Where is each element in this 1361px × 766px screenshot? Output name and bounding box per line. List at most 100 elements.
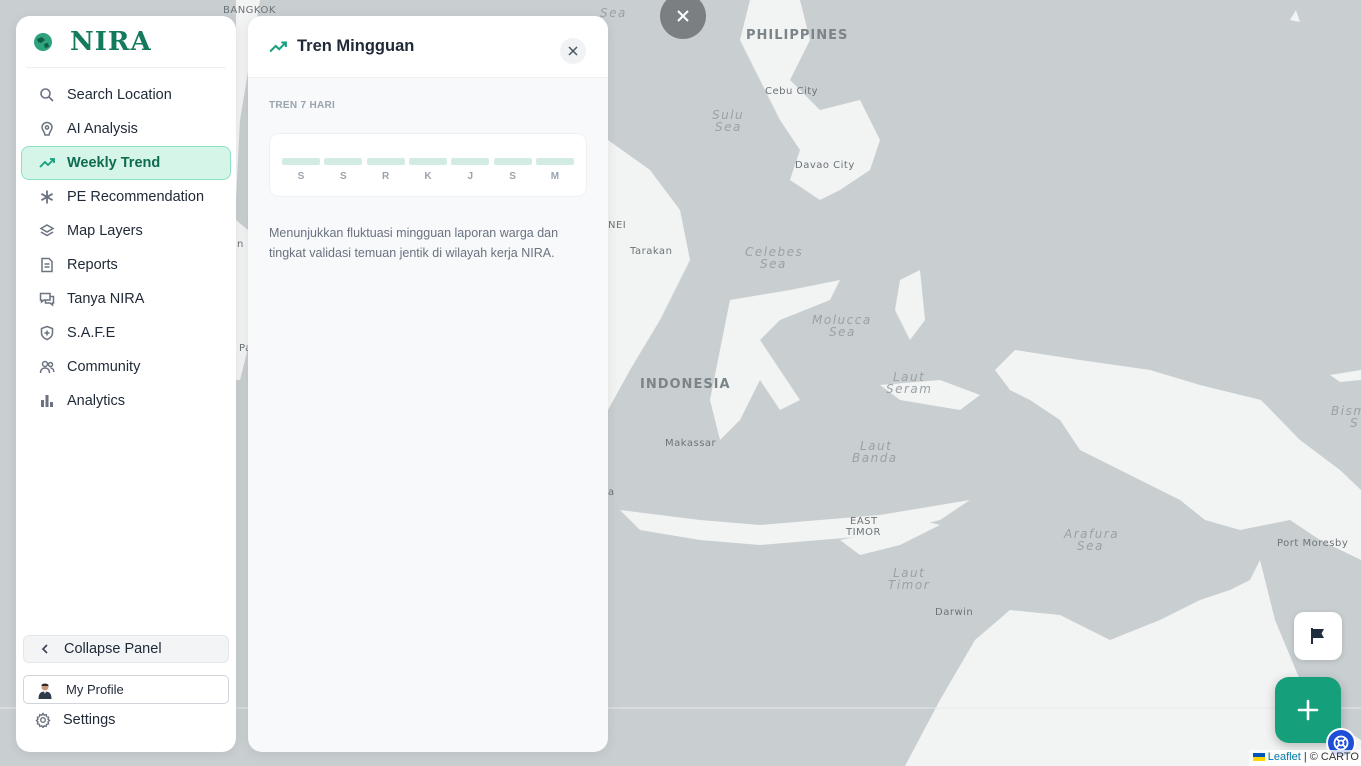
close-icon xyxy=(677,10,689,22)
weekly-trend-panel: Tren Mingguan TREN 7 HARI S S R K J S M … xyxy=(248,16,608,752)
map-label-indonesia: INDONESIA xyxy=(640,377,731,392)
day-label: S xyxy=(509,171,516,182)
sidebar-item-analytics[interactable]: Analytics xyxy=(21,384,231,418)
layers-icon xyxy=(39,224,55,237)
sidebar-item-label: PE Recommendation xyxy=(67,189,205,205)
day-bar xyxy=(451,158,490,165)
settings-label: Settings xyxy=(63,712,116,728)
panel-description: Menunjukkan fluktuasi mingguan laporan w… xyxy=(269,226,559,260)
map-label-seram-2: Seram xyxy=(886,382,933,396)
sidebar-item-map-layers[interactable]: Map Layers xyxy=(21,214,231,248)
sidebar-item-reports[interactable]: Reports xyxy=(21,248,231,282)
leaflet-link[interactable]: Leaflet xyxy=(1268,751,1301,763)
sidebar-item-label: S.A.F.E xyxy=(67,325,116,341)
report-flag-button[interactable] xyxy=(1294,612,1342,660)
map-label-banda-2: Banda xyxy=(852,451,898,465)
sidebar-item-community[interactable]: Community xyxy=(21,350,231,384)
panel-close-button[interactable] xyxy=(560,38,586,64)
day-column: K xyxy=(408,158,447,196)
sidebar-item-ai-analysis[interactable]: AI Analysis xyxy=(21,112,231,146)
day-bar xyxy=(408,158,447,165)
avatar xyxy=(38,683,52,699)
collapse-panel-label: Collapse Panel xyxy=(64,641,162,657)
globe-logo-icon xyxy=(34,32,52,51)
section-label: TREN 7 HARI xyxy=(269,100,336,111)
ai-analysis-icon xyxy=(41,121,53,136)
day-column: R xyxy=(366,158,405,196)
day-label: K xyxy=(424,171,432,182)
day-label: S xyxy=(297,171,305,182)
day-label: S xyxy=(339,171,347,182)
map-label-darwin: Darwin xyxy=(935,607,974,618)
map-label-davao: Davao City xyxy=(795,160,855,171)
ukraine-flag-icon xyxy=(1252,753,1265,762)
plus-icon xyxy=(1297,699,1319,721)
sidebar-item-label: Tanya NIRA xyxy=(67,291,145,307)
trend-icon xyxy=(269,40,287,52)
sidebar-item-tanya-nira[interactable]: Tanya NIRA xyxy=(21,282,231,316)
flag-icon xyxy=(1311,628,1324,644)
sidebar-item-label: Analytics xyxy=(67,393,126,409)
panel-body: TREN 7 HARI S S R K J S M Menunjukkan fl… xyxy=(248,78,608,285)
map-label-cebu: Cebu City xyxy=(765,86,819,97)
sidebar-item-search-location[interactable]: Search Location xyxy=(21,78,231,112)
my-profile-label: My Profile xyxy=(66,682,124,697)
sidebar-item-label: Community xyxy=(67,359,141,375)
day-bar xyxy=(366,158,405,165)
map-label-left-a: a xyxy=(608,487,615,498)
map-label-brunei: NEI xyxy=(608,220,627,231)
day-bar xyxy=(282,158,320,165)
map-label-left-n: n xyxy=(237,239,244,250)
panel-header: Tren Mingguan xyxy=(248,16,608,78)
day-column: S xyxy=(282,158,320,196)
settings-button[interactable]: Settings xyxy=(21,706,115,734)
document-icon xyxy=(41,257,53,273)
map-label-bangkok: BANGKOK xyxy=(223,5,276,16)
app-logo-text: NIRA xyxy=(70,26,152,57)
map-label-philippines: PHILIPPINES xyxy=(746,28,849,43)
day-bar xyxy=(324,158,363,165)
chevron-left-icon xyxy=(41,644,48,654)
sidebar-item-label: Weekly Trend xyxy=(67,155,161,171)
sidebar-item-label: AI Analysis xyxy=(67,121,138,137)
attribution-text: | © CARTO xyxy=(1303,751,1359,763)
map-label-tarakan: Tarakan xyxy=(630,246,673,257)
users-icon xyxy=(39,360,55,374)
sidebar-item-safe[interactable]: S.A.F.E xyxy=(21,316,231,350)
search-icon xyxy=(40,88,54,102)
map-label-east-timor-1: EAST xyxy=(850,516,878,527)
map-label-molucca-2: Sea xyxy=(829,325,856,339)
map-label-timor-sea-2: Timor xyxy=(888,578,931,592)
panel-title: Tren Mingguan xyxy=(297,37,415,55)
day-column: M xyxy=(535,158,574,196)
map-label-bismarck-2: S xyxy=(1350,416,1360,430)
sidebar-item-weekly-trend[interactable]: Weekly Trend xyxy=(21,146,231,180)
sidebar-item-label: Reports xyxy=(67,257,118,273)
day-bar xyxy=(535,158,574,165)
map-label-port-moresby: Port Moresby xyxy=(1277,538,1349,549)
sidebar-item-pe-recommendation[interactable]: PE Recommendation xyxy=(21,180,231,214)
sidebar-item-label: Search Location xyxy=(67,87,172,103)
map-label-arafura-2: Sea xyxy=(1077,539,1104,553)
asterisk-icon xyxy=(40,190,54,204)
day-label: J xyxy=(467,171,474,182)
map-label-celebes-2: Sea xyxy=(760,257,787,271)
chat-icon xyxy=(39,292,55,307)
logo-row: NIRA xyxy=(26,16,226,68)
sidebar-nav: Search Location AI Analysis Weekly Trend… xyxy=(16,68,236,418)
close-icon xyxy=(568,46,578,56)
trend-icon xyxy=(39,158,55,168)
shield-icon xyxy=(40,325,54,341)
my-profile-button[interactable]: My Profile xyxy=(23,675,229,704)
day-column: J xyxy=(451,158,490,196)
sidebar: NIRA Search Location AI Analysis Weekly … xyxy=(16,16,236,752)
day-bar xyxy=(493,158,532,165)
day-label: R xyxy=(382,171,390,182)
weekly-trend-chart: S S R K J S M xyxy=(269,133,587,197)
map-attribution: Leaflet | © CARTO xyxy=(1248,750,1361,766)
day-column: S xyxy=(324,158,363,196)
bar-chart-icon xyxy=(41,395,53,407)
sidebar-item-label: Map Layers xyxy=(67,223,143,239)
collapse-panel-button[interactable]: Collapse Panel xyxy=(23,635,229,663)
map-label-east-timor-2: TIMOR xyxy=(846,527,882,538)
